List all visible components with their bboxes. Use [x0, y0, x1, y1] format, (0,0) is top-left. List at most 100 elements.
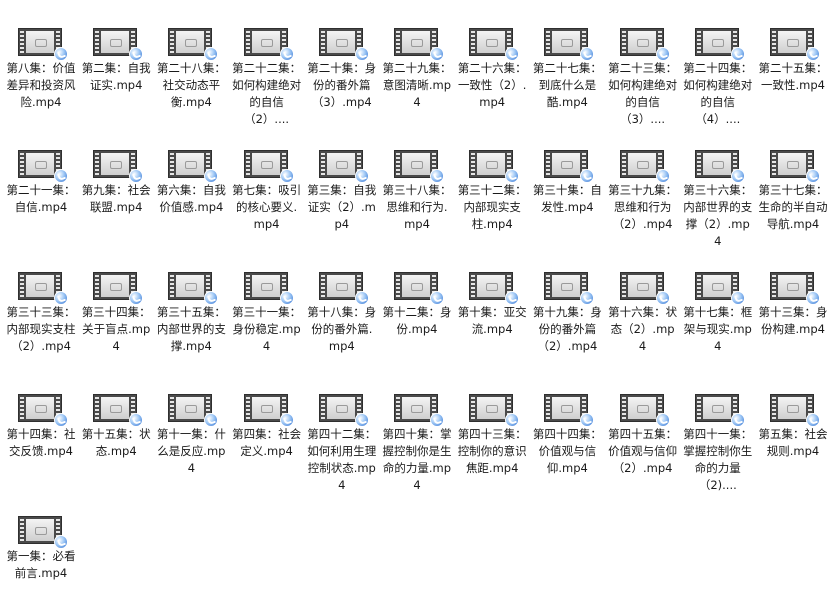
file-item[interactable]: 第十九集：身份的番外篇（2）.mp4	[532, 272, 602, 355]
file-name-label: 第八集：价值差异和投资风险.mp4	[6, 61, 76, 109]
file-name-label: 第十一集：什么是反应.mp4	[156, 427, 226, 475]
file-item[interactable]: 第十五集：状态.mp4	[81, 394, 151, 460]
file-item[interactable]: 第二十四集：如何构建绝对的自信（4）....	[683, 28, 753, 128]
file-item[interactable]: 第二十三集：如何构建绝对的自信（3）....	[608, 28, 678, 128]
file-item[interactable]: 第七集：吸引的核心要义.mp4	[232, 150, 302, 233]
video-file-icon	[544, 272, 595, 305]
file-item[interactable]: 第三十七集：生命的半自动导航.mp4	[758, 150, 828, 233]
media-player-badge-icon	[730, 291, 745, 305]
video-frame	[702, 153, 731, 175]
file-item[interactable]: 第九集：社会联盟.mp4	[81, 150, 151, 216]
file-item[interactable]: 第三十二集：内部现实支柱.mp4	[457, 150, 527, 233]
file-name-label: 第十五集：状态.mp4	[81, 427, 151, 458]
file-item[interactable]: 第六集：自我价值感.mp4	[156, 150, 226, 216]
media-player-badge-icon	[279, 291, 294, 305]
media-player-badge-icon	[430, 47, 444, 61]
file-item[interactable]: 第三十一集：身份稳定.mp4	[232, 272, 302, 355]
file-name-label: 第十四集：社交反馈.mp4	[6, 427, 76, 458]
file-item[interactable]: 第四集：社会定义.mp4	[232, 394, 302, 460]
file-name-label: 第三十二集：内部现实支柱.mp4	[457, 183, 527, 231]
video-frame	[402, 397, 430, 419]
file-grid: 第八集：价值差异和投资风险.mp4 第二集：自我证实.mp4 第二十八集：社交动态平…	[0, 0, 831, 608]
file-item[interactable]: 第三集：自我证实（2）.mp4	[307, 150, 377, 233]
media-player-badge-icon	[279, 47, 294, 61]
video-frame	[702, 275, 731, 297]
video-frame	[176, 31, 205, 53]
file-item[interactable]: 第四十四集：价值观与信仰.mp4	[532, 394, 602, 477]
file-item[interactable]: 第二十八集：社交动态平衡.mp4	[156, 28, 226, 111]
file-item[interactable]: 第四十三集：控制你的意识焦距.mp4	[457, 394, 527, 477]
file-item[interactable]: 第四十二集：如何利用生理控制状态.mp4	[307, 394, 377, 494]
file-item[interactable]: 第三十五集：内部世界的支撑.mp4	[156, 272, 226, 355]
file-item[interactable]: 第三十八集：思维和行为.mp4	[382, 150, 452, 233]
video-file-icon	[469, 150, 520, 183]
video-file-icon	[619, 150, 670, 183]
file-name-label: 第二十四集：如何构建绝对的自信（4）....	[683, 61, 753, 126]
file-name-label: 第三十七集：生命的半自动导航.mp4	[758, 183, 828, 231]
file-name-label: 第十七集：框架与现实.mp4	[683, 305, 753, 353]
file-item[interactable]: 第三十三集：内部现实支柱（2）.mp4	[6, 272, 76, 355]
media-player-badge-icon	[204, 47, 219, 61]
file-item[interactable]: 第三十四集：关于盲点.mp4	[81, 272, 151, 355]
file-item[interactable]: 第十四集：社交反馈.mp4	[6, 394, 76, 460]
video-file-icon	[168, 150, 219, 183]
video-frame	[326, 397, 355, 419]
file-item[interactable]: 第十二集：身份.mp4	[382, 272, 452, 338]
file-item[interactable]: 第四十集：掌握控制你是生命的力量.mp4	[382, 394, 452, 494]
video-frame	[477, 275, 506, 297]
file-item[interactable]: 第三十九集：思维和行为（2）.mp4	[608, 150, 678, 233]
file-item[interactable]: 第十八集：身份的番外篇.mp4	[307, 272, 377, 355]
media-player-badge-icon	[806, 169, 820, 183]
file-item[interactable]: 第三十六集：内部世界的支撑（2）.mp4	[683, 150, 753, 250]
file-item[interactable]: 第四十一集：掌握控制你生命的力量（2)....	[683, 394, 753, 494]
file-item[interactable]: 第二十七集：到底什么是酷.mp4	[532, 28, 602, 111]
file-item[interactable]: 第二集：自我证实.mp4	[81, 28, 151, 94]
video-file-icon	[469, 272, 520, 305]
video-file-icon	[619, 394, 670, 427]
file-name-label: 第二十二集：如何构建绝对的自信（2）....	[232, 61, 302, 126]
media-player-badge-icon	[204, 413, 219, 427]
video-frame	[251, 397, 280, 419]
file-name-label: 第二十一集：自信.mp4	[6, 183, 76, 214]
video-file-icon	[770, 394, 820, 427]
file-item[interactable]: 第四十五集：价值观与信仰（2）.mp4	[608, 394, 678, 477]
media-player-badge-icon	[54, 169, 68, 183]
file-name-label: 第十集：亚交流.mp4	[457, 305, 527, 336]
video-frame	[176, 397, 205, 419]
file-item[interactable]: 第十集：亚交流.mp4	[457, 272, 527, 338]
media-player-badge-icon	[806, 413, 820, 427]
file-name-label: 第十二集：身份.mp4	[382, 305, 452, 336]
file-item[interactable]: 第八集：价值差异和投资风险.mp4	[6, 28, 76, 111]
video-frame	[778, 153, 806, 175]
video-file-icon	[318, 272, 369, 305]
video-frame	[326, 31, 355, 53]
video-frame	[552, 275, 581, 297]
file-item[interactable]: 第二十一集：自信.mp4	[6, 150, 76, 216]
video-file-icon	[694, 28, 745, 61]
file-item[interactable]: 第五集：社会规则.mp4	[758, 394, 828, 460]
file-name-label: 第三十六集：内部世界的支撑（2）.mp4	[683, 183, 753, 248]
media-player-badge-icon	[580, 413, 595, 427]
file-item[interactable]: 第十一集：什么是反应.mp4	[156, 394, 226, 477]
video-frame	[176, 153, 205, 175]
file-item[interactable]: 第二十集：身份的番外篇（3）.mp4	[307, 28, 377, 111]
media-player-badge-icon	[730, 413, 745, 427]
file-item[interactable]: 第二十五集：一致性.mp4	[758, 28, 828, 94]
video-file-icon	[18, 28, 68, 61]
video-file-icon	[694, 272, 745, 305]
file-item[interactable]: 第十三集：身份构建.mp4	[758, 272, 828, 338]
file-item[interactable]: 第一集：必看前言.mp4	[6, 516, 76, 582]
file-name-label: 第二十集：身份的番外篇（3）.mp4	[307, 61, 377, 109]
file-item[interactable]: 第十七集：框架与现实.mp4	[683, 272, 753, 355]
video-file-icon	[93, 150, 144, 183]
file-item[interactable]: 第二十六集：一致性（2）.mp4	[457, 28, 527, 111]
media-player-badge-icon	[54, 413, 68, 427]
media-player-badge-icon	[279, 169, 294, 183]
video-file-icon	[93, 272, 144, 305]
media-player-badge-icon	[129, 47, 144, 61]
file-name-label: 第一集：必看前言.mp4	[6, 549, 76, 580]
file-item[interactable]: 第二十九集：意图清晰.mp4	[382, 28, 452, 111]
file-item[interactable]: 第十六集：状态（2）.mp4	[608, 272, 678, 355]
file-item[interactable]: 第二十二集：如何构建绝对的自信（2）....	[232, 28, 302, 128]
file-item[interactable]: 第三十集：自发性.mp4	[532, 150, 602, 216]
